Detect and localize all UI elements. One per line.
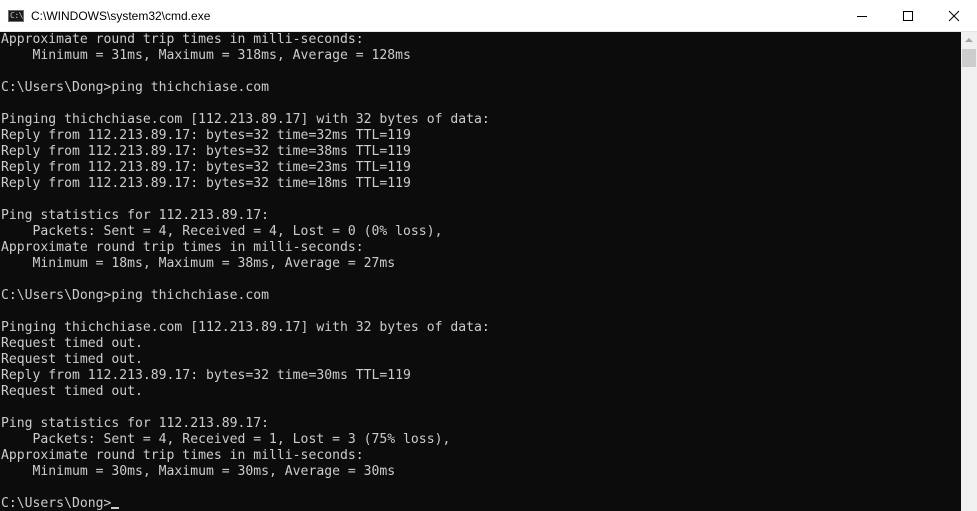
console-line: C:\Users\Dong>ping thichchiase.com — [1, 288, 270, 303]
window-title: C:\WINDOWS\system32\cmd.exe — [31, 9, 211, 23]
console-line: Pinging thichchiase.com [112.213.89.17] … — [1, 320, 490, 335]
title-bar[interactable]: C:\ C:\WINDOWS\system32\cmd.exe — [0, 0, 977, 32]
console-text: Approximate round trip times in milli-se… — [1, 32, 490, 511]
console-line: Request timed out. — [1, 384, 143, 399]
console-line: Reply from 112.213.89.17: bytes=32 time=… — [1, 128, 411, 143]
console-line: Request timed out. — [1, 336, 143, 351]
console-line: Minimum = 30ms, Maximum = 30ms, Average … — [1, 464, 396, 479]
console-icon-glyph: C:\ — [10, 11, 23, 20]
scroll-thumb[interactable] — [962, 49, 976, 67]
minimize-icon — [857, 16, 867, 17]
console-line: Minimum = 18ms, Maximum = 38ms, Average … — [1, 256, 396, 271]
minimize-button[interactable] — [839, 0, 885, 32]
vertical-scrollbar[interactable] — [961, 32, 977, 511]
console-line: Ping statistics for 112.213.89.17: — [1, 208, 270, 223]
console-output[interactable]: Approximate round trip times in milli-se… — [0, 32, 961, 511]
console-line: Reply from 112.213.89.17: bytes=32 time=… — [1, 160, 411, 175]
scroll-up-button[interactable] — [961, 32, 977, 49]
prompt-line[interactable]: C:\Users\Dong> — [1, 496, 490, 511]
console-line: Reply from 112.213.89.17: bytes=32 time=… — [1, 144, 411, 159]
chevron-up-icon — [965, 38, 973, 42]
console-line: Reply from 112.213.89.17: bytes=32 time=… — [1, 176, 411, 191]
console-line: Packets: Sent = 4, Received = 4, Lost = … — [1, 224, 443, 239]
console-line: Approximate round trip times in milli-se… — [1, 448, 364, 463]
console-line: Reply from 112.213.89.17: bytes=32 time=… — [1, 368, 411, 383]
console-line: C:\Users\Dong>ping thichchiase.com — [1, 80, 270, 95]
console-line: Approximate round trip times in milli-se… — [1, 32, 364, 47]
console-line: Minimum = 31ms, Maximum = 318ms, Average… — [1, 48, 411, 63]
maximize-icon — [903, 11, 913, 21]
console-line: Approximate round trip times in milli-se… — [1, 240, 364, 255]
maximize-button[interactable] — [885, 0, 931, 32]
close-icon — [948, 10, 960, 22]
console-line: Pinging thichchiase.com [112.213.89.17] … — [1, 112, 490, 127]
command-prompt: C:\Users\Dong> — [1, 496, 112, 511]
console-line: Packets: Sent = 4, Received = 1, Lost = … — [1, 432, 451, 447]
console-icon: C:\ — [8, 10, 24, 22]
close-button[interactable] — [931, 0, 977, 32]
cmd-window: C:\ C:\WINDOWS\system32\cmd.exe Approxim… — [0, 0, 977, 511]
console-line: Ping statistics for 112.213.89.17: — [1, 416, 270, 431]
text-cursor — [111, 507, 120, 509]
console-line: Request timed out. — [1, 352, 143, 367]
